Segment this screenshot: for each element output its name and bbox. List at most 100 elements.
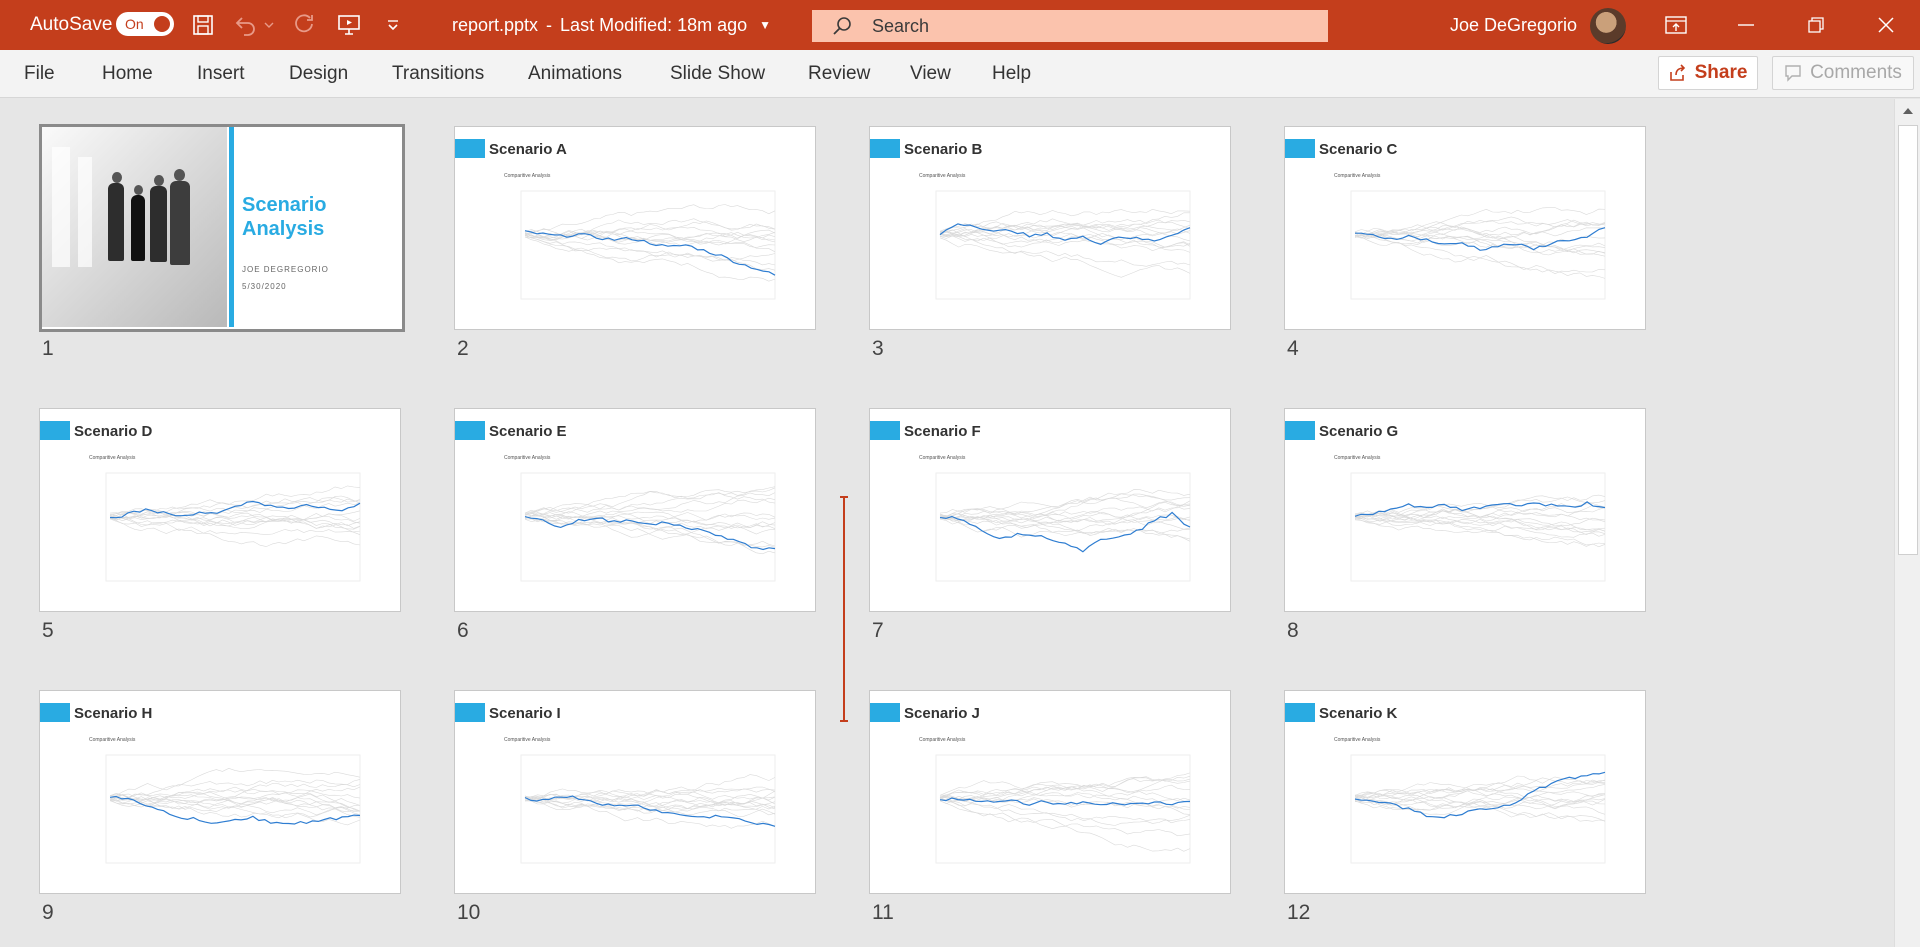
tab-home[interactable]: Home (102, 50, 153, 98)
slide-thumbnail-8[interactable]: Scenario G Comparitive Analysis (1284, 408, 1646, 612)
slide-thumbnail-3[interactable]: Scenario B Comparitive Analysis (869, 126, 1231, 330)
search-icon (812, 16, 872, 36)
slide-number-2: 2 (457, 337, 469, 360)
slide-thumbnail-9[interactable]: Scenario H Comparitive Analysis (39, 690, 401, 894)
slide-accent-block (1285, 421, 1315, 440)
slide-thumbnail-11[interactable]: Scenario J Comparitive Analysis (869, 690, 1231, 894)
customize-qat-icon[interactable] (380, 13, 406, 37)
title-slide-date: 5/30/2020 (242, 282, 287, 291)
slide-number-3: 3 (872, 337, 884, 360)
filename: report.pptx (452, 14, 539, 35)
title-bar: AutoSave On report.pptx - Last Modified:… (0, 0, 1920, 50)
comments-button[interactable]: Comments (1772, 56, 1914, 90)
tab-transitions[interactable]: Transitions (392, 50, 484, 98)
chart-subtitle: Comparitive Analysis (919, 737, 966, 743)
background-series-line (109, 779, 361, 796)
background-series-line (939, 778, 1191, 799)
slide-accent-block (455, 139, 485, 158)
slide-thumbnail-5[interactable]: Scenario D Comparitive Analysis (39, 408, 401, 612)
tab-animations[interactable]: Animations (528, 50, 622, 98)
slide-title: Scenario D (74, 423, 153, 440)
scroll-thumb[interactable] (1898, 125, 1918, 555)
undo-icon[interactable] (233, 13, 259, 37)
scenario-chart: Comparitive Analysis (504, 173, 776, 300)
ribbon-tabs: File Home Insert Design Transitions Anim… (0, 50, 1920, 98)
toggle-knob (154, 16, 170, 32)
slide-accent-block (40, 421, 70, 440)
tab-slide-show[interactable]: Slide Show (670, 50, 765, 98)
present-from-start-icon[interactable] (336, 13, 362, 37)
chart-frame (105, 754, 361, 864)
tab-file[interactable]: File (24, 50, 55, 98)
chart-frame (935, 754, 1191, 864)
slide-thumbnail-6[interactable]: Scenario E Comparitive Analysis (454, 408, 816, 612)
background-series-line (524, 497, 776, 514)
slide-thumbnail-4[interactable]: Scenario C Comparitive Analysis (1284, 126, 1646, 330)
save-icon[interactable] (190, 13, 216, 37)
autosave-toggle[interactable]: On (116, 12, 174, 36)
document-title[interactable]: report.pptx - Last Modified: 18m ago ▼ (452, 0, 771, 50)
tab-insert[interactable]: Insert (197, 50, 245, 98)
slide-accent-block (870, 139, 900, 158)
scroll-up-icon[interactable] (1895, 99, 1920, 123)
search-placeholder: Search (872, 15, 930, 36)
background-series-line (525, 204, 776, 234)
slide-number-10: 10 (457, 901, 481, 924)
comments-label: Comments (1810, 62, 1902, 83)
chart-subtitle: Comparitive Analysis (89, 455, 136, 461)
user-name[interactable]: Joe DeGregorio (1450, 0, 1577, 50)
close-icon[interactable] (1856, 0, 1916, 50)
minimize-icon[interactable] (1716, 0, 1776, 50)
redo-icon[interactable] (292, 13, 318, 37)
background-series-line (939, 496, 1191, 517)
scenario-chart: Comparitive Analysis (1334, 173, 1606, 300)
vertical-scrollbar[interactable] (1894, 99, 1920, 947)
tab-view[interactable]: View (910, 50, 951, 98)
restore-icon[interactable] (1786, 0, 1846, 50)
slide-title: Scenario E (489, 423, 567, 440)
slide-number-6: 6 (457, 619, 469, 642)
background-series-line (1354, 219, 1606, 236)
slide-thumbnail-2[interactable]: Scenario A Comparitive Analysis (454, 126, 816, 330)
scenario-chart: Comparitive Analysis (504, 737, 776, 864)
chart-subtitle: Comparitive Analysis (504, 455, 551, 461)
slide-title: Scenario K (1319, 705, 1398, 722)
slide-thumbnail-1[interactable]: Scenario Analysis JOE DEGREGORIO 5/30/20… (39, 124, 405, 332)
slide-title: Scenario H (74, 705, 153, 722)
scenario-chart: Comparitive Analysis (1334, 737, 1606, 864)
search-box[interactable]: Search (812, 10, 1328, 42)
slide-thumbnail-7[interactable]: Scenario F Comparitive Analysis (869, 408, 1231, 612)
title-line-1: Scenario (242, 194, 327, 216)
slide-number-11: 11 (872, 901, 894, 924)
scenario-chart: Comparitive Analysis (89, 455, 361, 582)
title-slide-heading: Scenario Analysis (242, 193, 382, 241)
background-series-line (109, 485, 361, 519)
tab-help[interactable]: Help (992, 50, 1031, 98)
scenario-chart: Comparitive Analysis (919, 455, 1191, 582)
avatar[interactable] (1590, 8, 1626, 44)
comment-icon (1785, 65, 1801, 82)
scenario-trend-line (1354, 501, 1606, 517)
slide-number-9: 9 (42, 901, 54, 924)
ribbon-display-icon[interactable] (1646, 0, 1706, 50)
slide-number-8: 8 (1287, 619, 1299, 642)
tab-review[interactable]: Review (808, 50, 870, 98)
scenario-chart: Comparitive Analysis (919, 173, 1191, 300)
share-icon (1669, 64, 1685, 81)
office-people-photo (42, 127, 227, 327)
slide-thumbnail-12[interactable]: Scenario K Comparitive Analysis (1284, 690, 1646, 894)
background-series-line (939, 772, 1191, 799)
undo-dropdown-icon[interactable] (262, 13, 276, 37)
share-button[interactable]: Share (1658, 56, 1758, 90)
chart-subtitle: Comparitive Analysis (919, 173, 966, 179)
insertion-marker (840, 496, 848, 722)
slide-thumbnail-10[interactable]: Scenario I Comparitive Analysis (454, 690, 816, 894)
slide-title: Scenario G (1319, 423, 1399, 440)
slide-number-12: 12 (1287, 901, 1311, 924)
autosave-label: AutoSave (30, 14, 113, 35)
background-series-line (109, 514, 361, 547)
share-label: Share (1694, 62, 1748, 83)
tab-design[interactable]: Design (289, 50, 348, 98)
slide-number-5: 5 (42, 619, 54, 642)
chart-subtitle: Comparitive Analysis (504, 173, 551, 179)
